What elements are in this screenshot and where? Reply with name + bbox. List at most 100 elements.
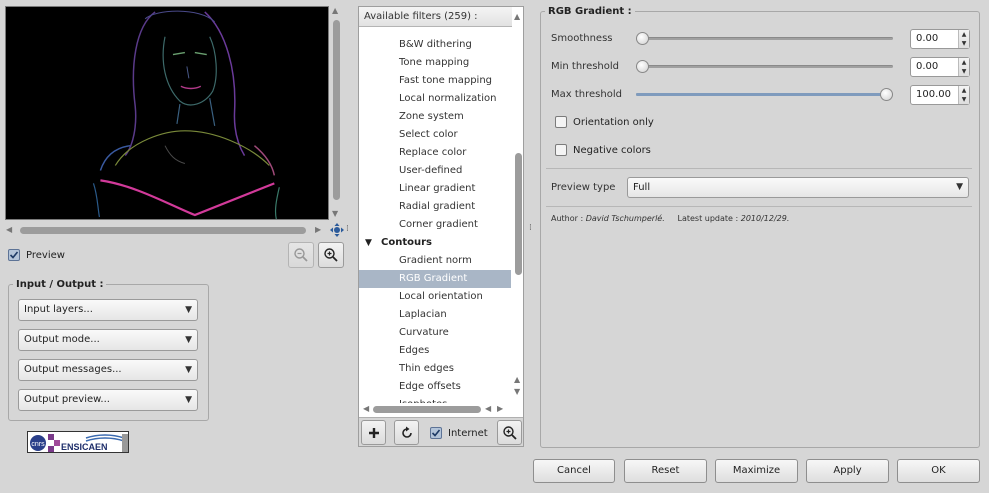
- spin-arrows-icon[interactable]: ▲ ▼: [958, 58, 969, 76]
- zoom-in-button[interactable]: [318, 242, 344, 268]
- negative-colors-toggle[interactable]: Negative colors: [555, 144, 651, 156]
- scroll-up-arrow-icon[interactable]: ▲: [332, 7, 338, 15]
- filter-search-button[interactable]: [497, 420, 522, 445]
- min-threshold-slider-handle[interactable]: [636, 60, 649, 73]
- maximize-button[interactable]: Maximize: [715, 459, 798, 483]
- orientation-only-toggle[interactable]: Orientation only: [555, 116, 654, 128]
- scrollbar-thumb[interactable]: [20, 227, 306, 234]
- filter-item[interactable]: User-defined: [359, 162, 511, 180]
- preview-vertical-scrollbar[interactable]: ▲ ▼: [330, 6, 342, 220]
- filter-item[interactable]: Edges: [359, 342, 511, 360]
- filter-item[interactable]: Replace color: [359, 144, 511, 162]
- scroll-left-arrow-icon[interactable]: ◀: [363, 405, 369, 413]
- svg-text:cnrs: cnrs: [31, 441, 45, 448]
- filter-vertical-scrollbar[interactable]: ▲ ▲ ▼: [512, 7, 523, 397]
- max-threshold-spinbox[interactable]: 100.00 ▲ ▼: [910, 85, 970, 105]
- scroll-up-arrow-icon[interactable]: ▲: [514, 13, 520, 21]
- internet-toggle[interactable]: Internet: [430, 427, 488, 439]
- filter-item-selected[interactable]: RGB Gradient: [359, 270, 511, 288]
- add-filter-button[interactable]: [361, 420, 386, 445]
- filter-item[interactable]: Gradient norm: [359, 252, 511, 270]
- filter-item[interactable]: Select color: [359, 126, 511, 144]
- plus-icon: [368, 427, 379, 438]
- filter-item[interactable]: Linear gradient: [359, 180, 511, 198]
- scroll-left-arrow-icon[interactable]: ◀: [6, 226, 12, 234]
- output-preview-combo[interactable]: Output preview... ▼: [18, 389, 198, 411]
- input-layers-combo[interactable]: Input layers... ▼: [18, 299, 198, 321]
- spin-value: 0.00: [916, 61, 939, 72]
- filter-item[interactable]: Radial gradient: [359, 198, 511, 216]
- preview-checkbox[interactable]: [8, 249, 20, 261]
- move-icon[interactable]: [330, 223, 344, 237]
- filter-credits: Author : David Tschumperlé. Latest updat…: [551, 214, 789, 223]
- filter-count-label: Available filters (259) :: [364, 11, 478, 22]
- output-mode-combo[interactable]: Output mode... ▼: [18, 329, 198, 351]
- spin-arrows-icon[interactable]: ▲ ▼: [958, 86, 969, 104]
- scroll-down-arrow-icon[interactable]: ▲: [514, 376, 520, 384]
- filter-horizontal-scrollbar[interactable]: ◀ ◀ ▶: [359, 403, 513, 415]
- dropdown-arrow-icon: ▼: [956, 182, 963, 192]
- preview-image: [6, 7, 328, 219]
- smoothness-slider-track[interactable]: [636, 37, 893, 40]
- scroll-right-arrow-icon[interactable]: ▶: [497, 405, 503, 413]
- zoom-out-button[interactable]: [288, 242, 314, 268]
- max-threshold-slider-handle[interactable]: [880, 88, 893, 101]
- min-threshold-spinbox[interactable]: 0.00 ▲ ▼: [910, 57, 970, 77]
- filter-list-header: Available filters (259) :: [359, 7, 513, 27]
- filter-item[interactable]: Laplacian: [359, 306, 511, 324]
- spin-value: 0.00: [916, 33, 939, 44]
- combo-label: Full: [633, 182, 651, 193]
- internet-checkbox[interactable]: [430, 427, 442, 439]
- zoom-out-icon: [294, 248, 308, 262]
- spin-arrows-icon[interactable]: ▲ ▼: [958, 30, 969, 48]
- orientation-only-label: Orientation only: [573, 116, 654, 128]
- filter-item[interactable]: Local orientation: [359, 288, 511, 306]
- scrollbar-thumb[interactable]: [373, 406, 481, 413]
- preview-type-combo[interactable]: Full ▼: [627, 177, 969, 198]
- filter-item[interactable]: Zone system: [359, 108, 511, 126]
- filter-item[interactable]: B&W dithering: [359, 36, 511, 54]
- internet-label: Internet: [448, 427, 488, 439]
- smoothness-spinbox[interactable]: 0.00 ▲ ▼: [910, 29, 970, 49]
- preview-horizontal-scrollbar[interactable]: ◀ ▶: [6, 224, 328, 236]
- refresh-icon: [401, 426, 412, 438]
- smoothness-slider-handle[interactable]: [636, 32, 649, 45]
- scroll-down-arrow-icon[interactable]: ▼: [514, 388, 520, 396]
- apply-button[interactable]: Apply: [806, 459, 889, 483]
- output-messages-combo[interactable]: Output messages... ▼: [18, 359, 198, 381]
- scroll-right-arrow-icon[interactable]: ◀: [485, 405, 491, 413]
- splitter-grip-icon[interactable]: ⁞: [529, 224, 532, 233]
- filter-item[interactable]: Thin edges: [359, 360, 511, 378]
- filter-item[interactable]: Corner gradient: [359, 216, 511, 234]
- min-threshold-slider-track[interactable]: [636, 65, 893, 68]
- filter-item[interactable]: Tone mapping: [359, 54, 511, 72]
- ensicaen-logo: cnrs ENSICAEN: [27, 431, 129, 453]
- filter-item[interactable]: Isophotes: [359, 396, 511, 403]
- filter-item[interactable]: Fast tone mapping: [359, 72, 511, 90]
- zoom-in-icon: [324, 248, 338, 262]
- filter-item[interactable]: Curvature: [359, 324, 511, 342]
- dropdown-arrow-icon: ▼: [185, 395, 192, 405]
- negative-colors-checkbox[interactable]: [555, 144, 567, 156]
- reset-button[interactable]: Reset: [624, 459, 707, 483]
- negative-colors-label: Negative colors: [573, 144, 651, 156]
- orientation-only-checkbox[interactable]: [555, 116, 567, 128]
- author-label: Author :: [551, 214, 584, 223]
- filter-item[interactable]: Edge offsets: [359, 378, 511, 396]
- filter-category-label: Contours: [381, 237, 432, 248]
- preview-canvas[interactable]: [5, 6, 329, 220]
- scroll-right-arrow-icon[interactable]: ▶: [315, 226, 321, 234]
- filter-item[interactable]: Local normalization: [359, 90, 511, 108]
- preview-toggle[interactable]: Preview: [8, 249, 65, 261]
- ok-button[interactable]: OK: [897, 459, 980, 483]
- combo-label: Output mode...: [24, 334, 100, 345]
- cancel-button[interactable]: Cancel: [533, 459, 615, 483]
- scroll-down-arrow-icon[interactable]: ▼: [332, 210, 338, 218]
- combo-label: Output preview...: [24, 394, 110, 405]
- scrollbar-thumb[interactable]: [333, 20, 340, 200]
- scrollbar-thumb[interactable]: [515, 153, 522, 275]
- filter-category[interactable]: ▼ Contours: [359, 234, 511, 252]
- expand-arrow-icon[interactable]: ▼: [365, 234, 372, 252]
- refresh-filters-button[interactable]: [394, 420, 419, 445]
- filter-tree[interactable]: B&W dithering Tone mapping Fast tone mappi…: [359, 33, 513, 403]
